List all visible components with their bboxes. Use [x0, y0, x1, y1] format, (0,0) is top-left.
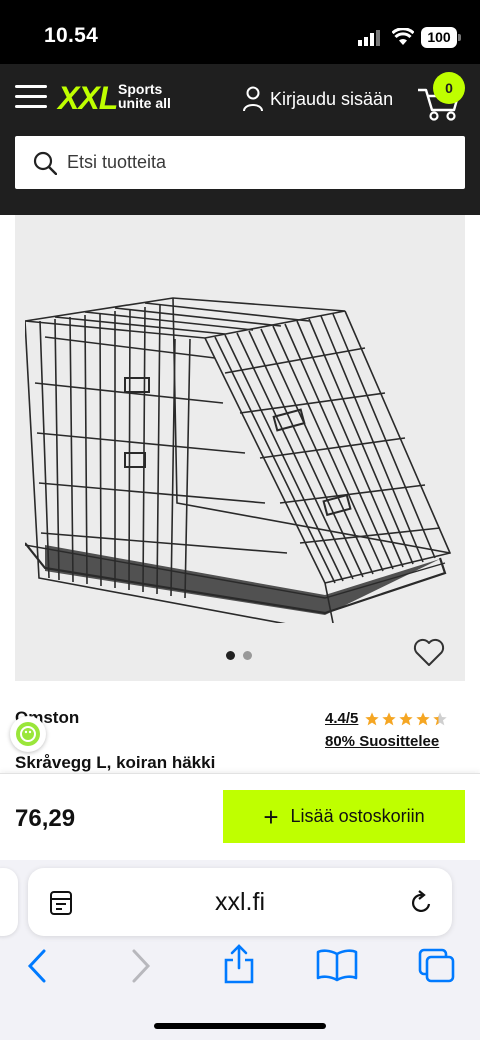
add-to-cart-label: Lisää ostoskoriin [290, 806, 425, 826]
star-icon [416, 711, 431, 725]
cart-count-badge[interactable]: 0 [433, 72, 465, 104]
previous-tab-peek[interactable] [0, 868, 18, 936]
status-time: 10.54 [44, 24, 99, 47]
user-icon [243, 86, 263, 112]
signal-icon [358, 30, 380, 46]
search-bar[interactable] [15, 136, 465, 189]
logo-tagline: Sports unite all [118, 81, 171, 111]
product-name: Skråvegg L, koiran häkki [15, 753, 216, 772]
menu-icon[interactable] [15, 85, 47, 109]
product-price: 76,29 [15, 805, 76, 832]
product-rating[interactable]: 4.4/5 [325, 710, 448, 727]
url-text[interactable]: xxl.fi [28, 888, 452, 917]
product-image-carousel[interactable] [15, 215, 465, 681]
logo-wordmark: XXL [58, 80, 118, 116]
dog-cage-image [25, 297, 452, 623]
tabs-icon[interactable] [418, 948, 456, 984]
login-label: Kirjaudu sisään [270, 88, 394, 109]
search-icon [33, 151, 57, 175]
heart-icon[interactable] [413, 637, 445, 667]
browser-chrome: xxl.fi [0, 860, 480, 1040]
star-icon [399, 711, 414, 725]
floating-badge-icon[interactable] [10, 716, 46, 752]
star-icon [433, 711, 448, 725]
star-icon [382, 711, 397, 725]
star-icon [365, 711, 380, 725]
search-input[interactable] [67, 152, 427, 173]
carousel-dots[interactable] [226, 651, 252, 660]
battery-icon: 100 [421, 27, 461, 48]
buy-bar: 76,29 + Lisää ostoskoriin [0, 773, 480, 860]
rating-stars [364, 711, 448, 727]
wifi-icon [392, 28, 414, 45]
recommend-percentage[interactable]: 80% Suosittelee [325, 733, 439, 750]
rating-value[interactable]: 4.4/5 [325, 710, 358, 727]
back-icon[interactable] [24, 948, 50, 984]
address-bar[interactable]: xxl.fi [28, 868, 452, 936]
bookmarks-icon[interactable] [316, 948, 358, 982]
status-bar: 10.54 100 [0, 0, 480, 64]
login-link[interactable]: Kirjaudu sisään [242, 84, 393, 114]
carousel-dot-2[interactable] [243, 651, 252, 660]
carousel-dot-1[interactable] [226, 651, 235, 660]
home-indicator [154, 1023, 326, 1029]
reload-icon[interactable] [408, 890, 434, 916]
add-to-cart-button[interactable]: + Lisää ostoskoriin [223, 790, 465, 843]
share-icon[interactable] [222, 944, 256, 984]
plus-icon: + [263, 801, 279, 832]
forward-icon[interactable] [128, 948, 154, 984]
